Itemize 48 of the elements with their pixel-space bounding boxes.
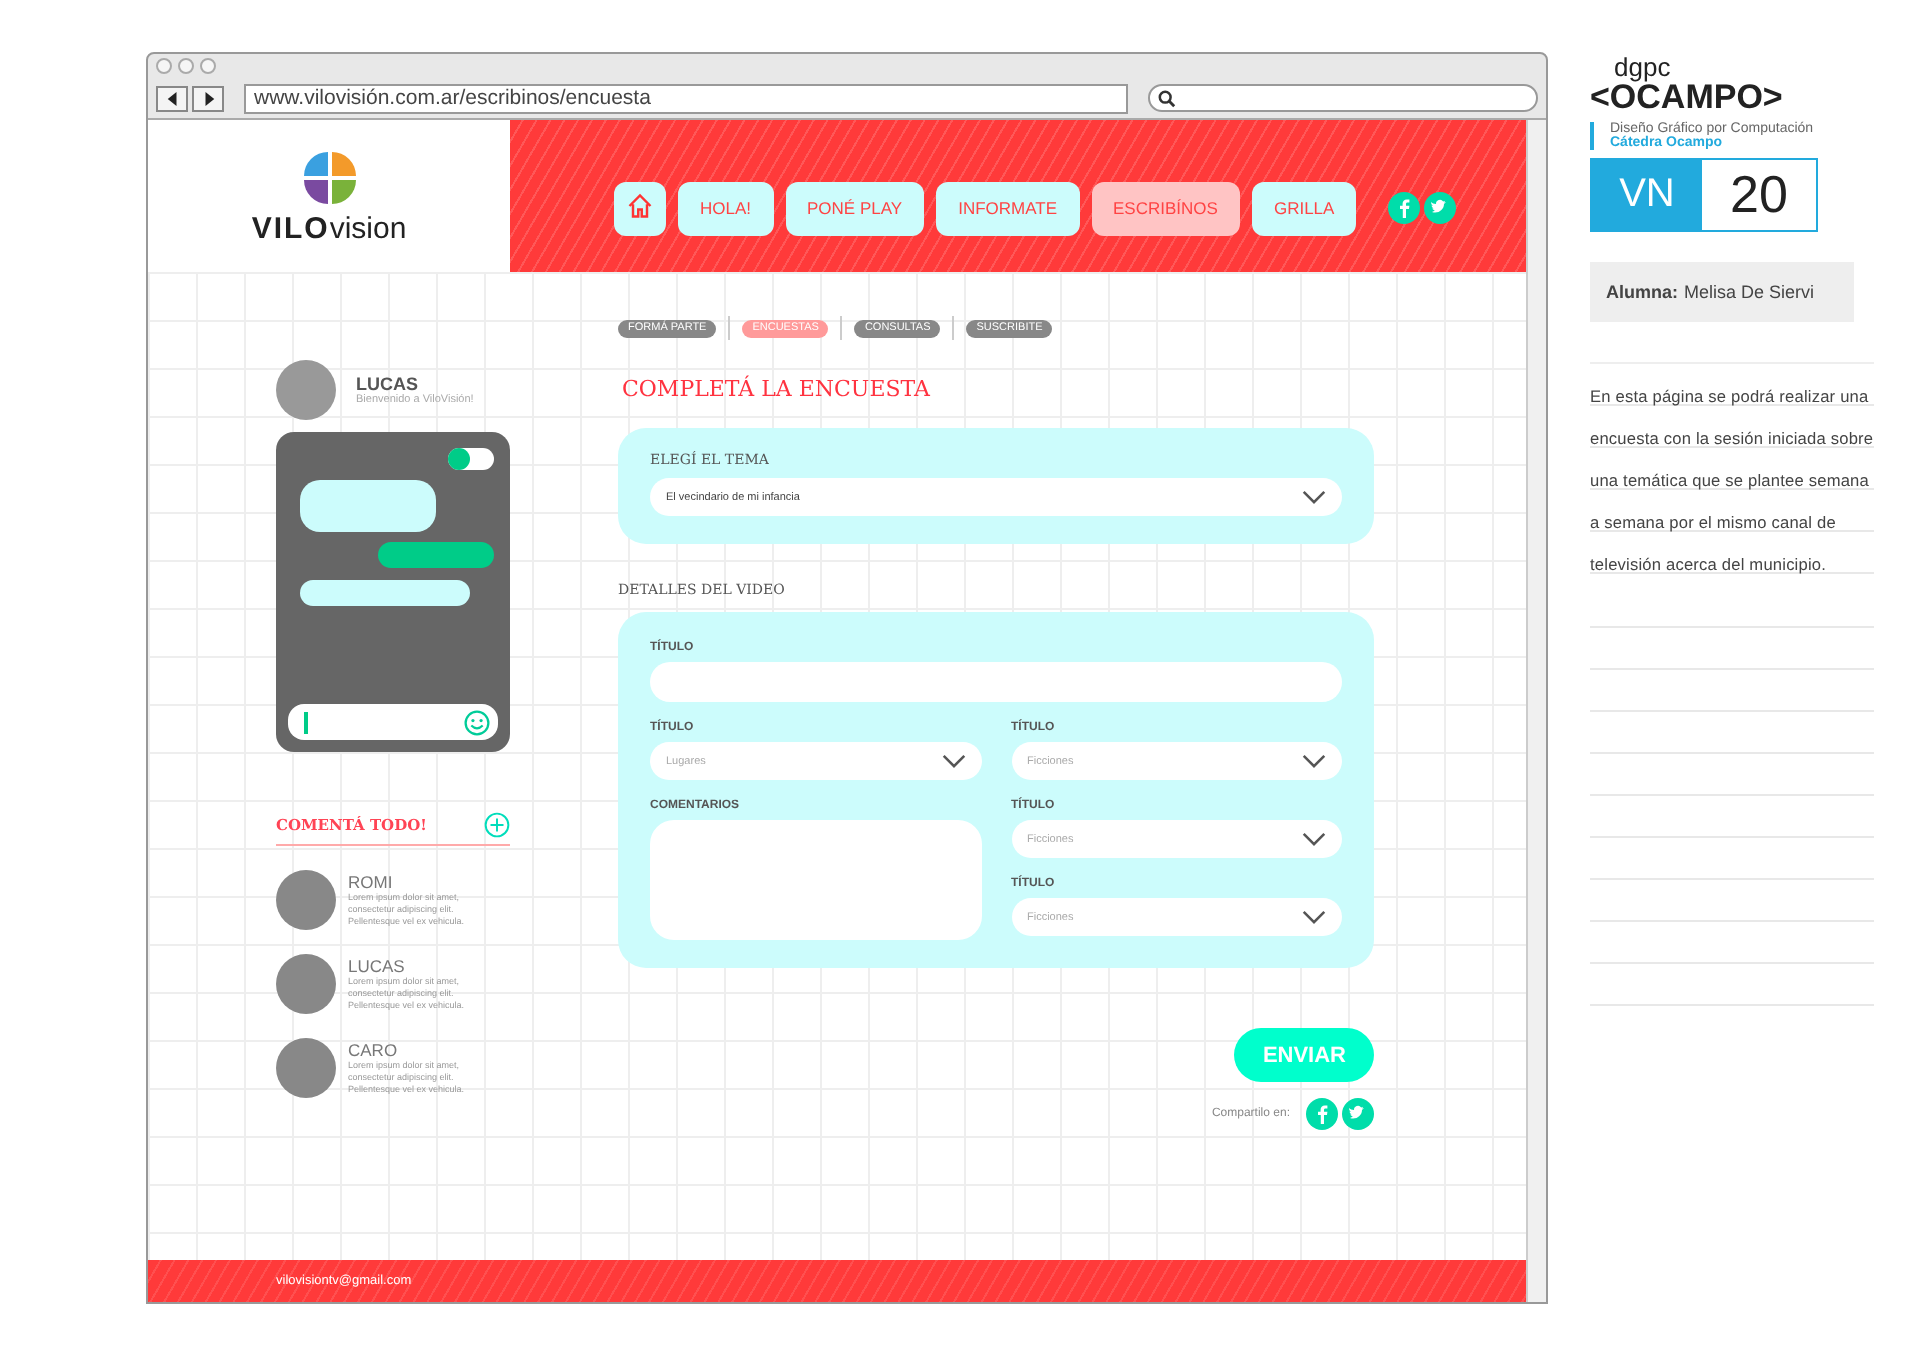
chat-bubble (300, 480, 436, 532)
commenter-name: ROMI (348, 872, 395, 893)
brand-logo: <OCAMPO> (1590, 80, 1785, 118)
commenter-name: LUCAS (348, 956, 407, 977)
brand-name: dgpc (1614, 54, 1673, 80)
user-name: LUCAS (356, 374, 420, 394)
commenter-name: CARO (348, 1040, 400, 1061)
chevron-down-icon (941, 754, 965, 768)
add-icon[interactable] (484, 812, 510, 838)
title-field[interactable] (650, 662, 1342, 702)
comments-field[interactable] (650, 820, 981, 940)
message-field[interactable] (288, 704, 498, 740)
nav-tab[interactable]: INFORMATE (936, 181, 1080, 235)
student-name: Alumna: Melisa De Siervi (1590, 261, 1854, 322)
search-field[interactable] (1148, 84, 1538, 112)
address-bar[interactable]: www.vilovisión.com.ar/escribinos/encuesta (244, 83, 1128, 113)
nav-tab[interactable]: HOLA! (678, 181, 774, 235)
toggle-switch[interactable] (448, 448, 494, 470)
site-logo[interactable]: VILOvision (251, 211, 407, 245)
page-title: COMPLETÁ LA ENCUESTA (622, 376, 932, 402)
chevron-down-icon (1302, 754, 1326, 768)
bird-icon[interactable] (1342, 1098, 1374, 1130)
chevron-down-icon (1302, 832, 1326, 846)
forward-button[interactable] (192, 85, 224, 111)
nav-tab[interactable]: ESCRIBÍNOS (1091, 181, 1240, 235)
badge-number: 20 (1728, 161, 1790, 228)
scrollbar[interactable] (1526, 120, 1546, 1302)
smiley-icon[interactable] (464, 709, 490, 735)
nav-tab[interactable]: GRILLA (1251, 181, 1357, 235)
logo-icon (299, 147, 359, 207)
avatar (276, 1038, 336, 1098)
badge-code: VN (1592, 159, 1702, 230)
avatar (276, 870, 336, 930)
triangle-left-icon (165, 91, 179, 105)
avatar (276, 954, 336, 1014)
bird-icon[interactable] (1424, 192, 1457, 224)
facebook-icon[interactable] (1306, 1098, 1338, 1130)
home-icon (626, 192, 654, 220)
facebook-icon[interactable] (1388, 192, 1421, 224)
chevron-down-icon (1302, 910, 1326, 924)
back-button[interactable] (156, 85, 188, 111)
triangle-right-icon (201, 91, 215, 105)
home-button[interactable] (614, 181, 666, 235)
chat-bubble (378, 542, 494, 568)
chevron-down-icon (1302, 490, 1326, 504)
nav-tab[interactable]: PONÉ PLAY (785, 181, 925, 235)
search-icon (1158, 89, 1176, 107)
avatar (276, 360, 336, 420)
